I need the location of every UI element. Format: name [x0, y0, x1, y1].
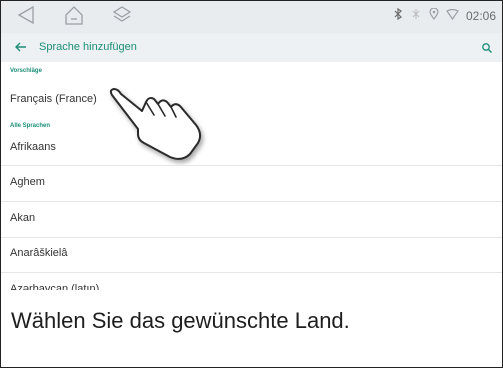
- language-list[interactable]: Vorschläge Français (France) Alle Sprach…: [1, 62, 502, 295]
- divider: [1, 201, 502, 202]
- pointing-hand-icon: [102, 85, 212, 170]
- section-label-suggestions: Vorschläge: [10, 68, 42, 74]
- back-arrow-icon[interactable]: [13, 39, 29, 55]
- instruction-caption: Wählen Sie das gewünschte Land.: [1, 290, 502, 367]
- list-item[interactable]: Afrikaans: [10, 141, 56, 153]
- status-bar: 02:06: [1, 1, 502, 33]
- caption-text: Wählen Sie das gewünschte Land.: [11, 308, 350, 333]
- list-item[interactable]: Akan: [10, 212, 35, 224]
- clock: 02:06: [465, 8, 496, 23]
- search-icon[interactable]: [481, 41, 493, 53]
- bluetooth-icon: [393, 7, 403, 23]
- wifi-icon: [446, 8, 459, 23]
- divider: [1, 272, 502, 273]
- home-icon[interactable]: [63, 4, 85, 31]
- layers-icon[interactable]: [111, 4, 133, 31]
- list-item[interactable]: Anarâškielâ: [10, 247, 67, 259]
- signal-icon: [410, 8, 422, 23]
- list-item[interactable]: Français (France): [10, 93, 97, 105]
- page-title: Sprache hinzufügen: [39, 41, 137, 53]
- app-bar: Sprache hinzufügen: [1, 33, 502, 62]
- section-label-all: Alle Sprachen: [10, 123, 51, 129]
- location-icon: [429, 7, 439, 23]
- divider: [1, 237, 502, 238]
- divider: [1, 165, 502, 166]
- back-triangle-icon[interactable]: [15, 4, 37, 31]
- list-item[interactable]: Aghem: [10, 176, 45, 188]
- status-icons: 02:06: [393, 7, 496, 23]
- screenshot-frame: 02:06 Sprache hinzufügen Vorschläge Fran…: [0, 0, 503, 368]
